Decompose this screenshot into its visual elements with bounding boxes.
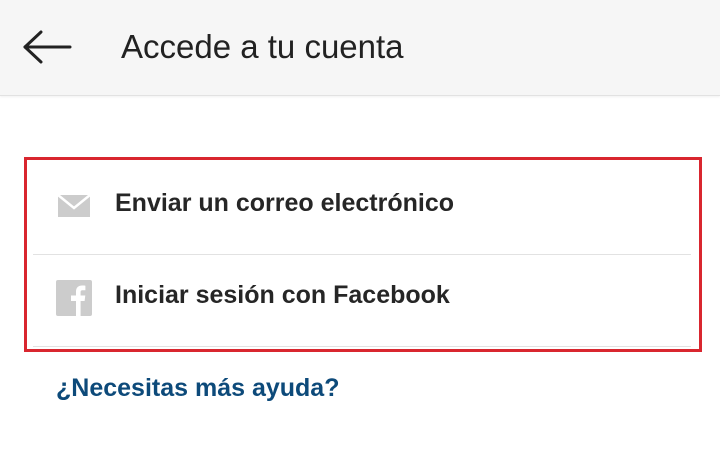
facebook-option-label: Iniciar sesión con Facebook: [115, 281, 450, 309]
page-title: Accede a tu cuenta: [121, 28, 404, 65]
facebook-option[interactable]: Iniciar sesión con Facebook: [33, 252, 691, 347]
login-options-screen: Accede a tu cuenta Enviar un correo elec…: [0, 0, 720, 475]
email-option-label: Enviar un correo electrónico: [115, 189, 454, 217]
login-options-list: Enviar un correo electrónico Iniciar ses…: [24, 157, 702, 352]
top-app-bar: Accede a tu cuenta: [0, 0, 720, 96]
help-link[interactable]: ¿Necesitas más ayuda?: [56, 371, 339, 405]
facebook-icon: [55, 279, 93, 317]
envelope-icon: [55, 187, 93, 225]
email-option[interactable]: Enviar un correo electrónico: [33, 160, 691, 255]
back-button[interactable]: [18, 22, 76, 72]
arrow-left-icon: [23, 30, 72, 64]
